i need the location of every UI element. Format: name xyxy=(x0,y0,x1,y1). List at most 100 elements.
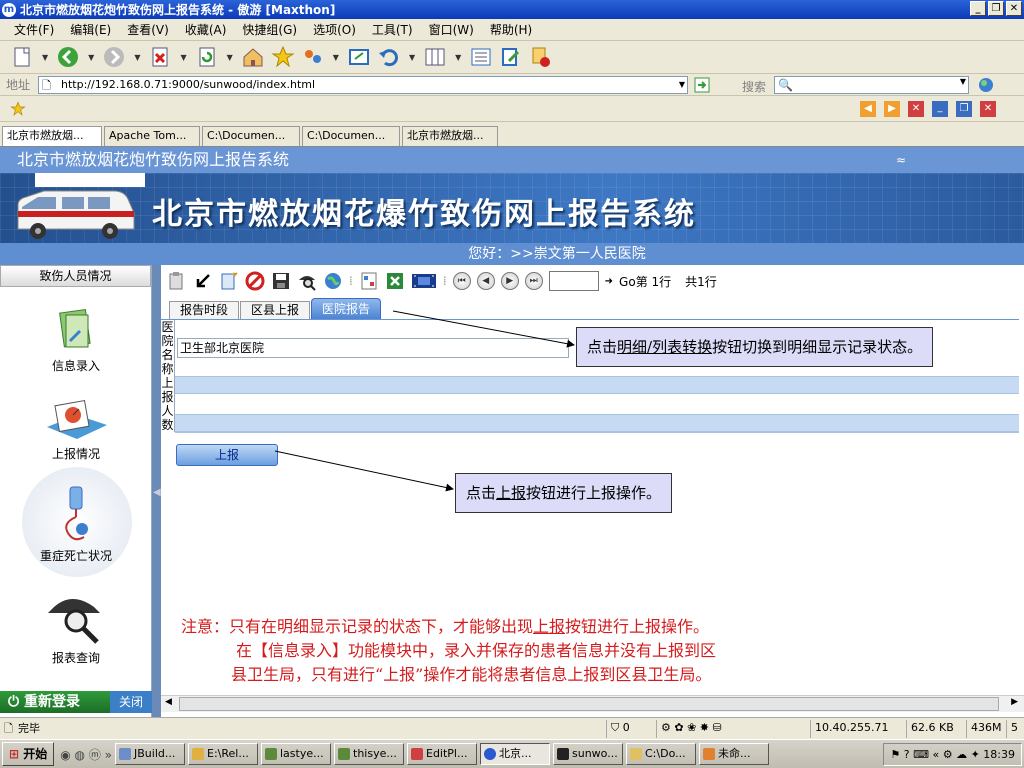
detective-magnifier-icon xyxy=(48,599,100,644)
taskbar-item[interactable]: sunwo... xyxy=(553,743,623,765)
browser-toolbar: ▼ ▼ ▼ ▼ ▼ ▼ ▼ ▼ xyxy=(0,41,1024,74)
window-titlebar: m 北京市燃放烟花炮竹致伤网上报告系统 - 傲游 [Maxthon] _ ❐ ✕ xyxy=(0,0,1024,19)
sidebar-heading: 致伤人员情况 xyxy=(0,265,151,287)
quick-launch-icons[interactable]: ◉ ◍ ⓜ » xyxy=(60,746,112,763)
sidebar-item-label: 上报情况 xyxy=(51,447,100,461)
search-icon: 🔍 xyxy=(778,78,793,92)
browser-tab[interactable]: 北京市燃放烟... xyxy=(402,126,498,146)
groups-icon[interactable] xyxy=(301,45,325,69)
tab-minimize-icon[interactable]: _ xyxy=(932,101,948,117)
taskbar-item[interactable]: JBuild... xyxy=(115,743,185,765)
content-panel: ⁞ ⁞ ⏮ ◀ ▶ ⏭ ➜ Go第 1行 共1行 报告时段 区县上报 医院报告 … xyxy=(161,265,1024,717)
minimize-button[interactable]: _ xyxy=(970,1,986,16)
search-dropdown-icon[interactable]: ▼ xyxy=(960,77,966,86)
search-input[interactable]: 🔍 ▼ xyxy=(774,76,969,94)
browser-tab[interactable]: Apache Tom... xyxy=(104,126,200,146)
sidebar-item-info-entry[interactable]: 信息录入 xyxy=(0,305,152,374)
iv-drip-icon xyxy=(65,486,88,541)
relogin-button[interactable]: ⏻ 重新登录 关闭 xyxy=(0,691,152,713)
menu-view[interactable]: 查看(V) xyxy=(127,21,169,38)
greeting: 您好：>>崇文第一人民医院 xyxy=(0,243,1024,265)
address-dropdown-icon[interactable]: ▼ xyxy=(679,77,685,93)
status-memory: 436M xyxy=(966,720,1006,738)
menu-help[interactable]: 帮助(H) xyxy=(490,21,532,38)
address-bar: 地址 🗋 http://192.168.0.71:9000/sunwood/in… xyxy=(0,74,1024,96)
back-icon[interactable] xyxy=(56,45,80,69)
menu-file[interactable]: 文件(F) xyxy=(14,21,54,38)
home-icon[interactable] xyxy=(241,45,265,69)
undo-icon[interactable] xyxy=(377,45,401,69)
status-counter: ⛉ 0 xyxy=(606,720,656,738)
taskbar-item-active[interactable]: 北京... xyxy=(480,743,550,765)
forward-icon[interactable] xyxy=(102,45,126,69)
go-icon[interactable] xyxy=(694,77,710,93)
sidebar-splitter[interactable]: ◀ xyxy=(152,265,161,717)
search-label: 搜索 xyxy=(742,80,767,94)
favorite-star-icon[interactable] xyxy=(10,101,26,117)
status-ip: 10.40.255.71 xyxy=(810,720,906,738)
scroll-left-icon[interactable]: ◀ xyxy=(165,697,172,707)
tray-icons[interactable]: ⚑ ? ⌨ « ⚙ ☁ ✦ xyxy=(890,748,983,761)
status-icons: ⚙ ✿ ❀ ✸ ⛁ xyxy=(656,720,806,738)
edit-icon[interactable] xyxy=(499,45,523,69)
page-icon: 🗋 xyxy=(42,79,51,92)
refresh-icon[interactable] xyxy=(195,45,219,69)
scroll-right-icon[interactable]: ▶ xyxy=(1011,697,1018,707)
menu-edit[interactable]: 编辑(E) xyxy=(70,21,111,38)
browser-tab[interactable]: C:\Documen... xyxy=(302,126,400,146)
menu-window[interactable]: 窗口(W) xyxy=(429,21,474,38)
sidebar-item-report-status[interactable]: 上报情况 xyxy=(0,397,152,462)
stop-icon[interactable] xyxy=(148,45,172,69)
tab-close-all-icon[interactable]: ✕ xyxy=(980,101,996,117)
taskbar-item[interactable]: 未命... xyxy=(699,743,769,765)
block-icon[interactable] xyxy=(529,45,553,69)
sidebar-item-label: 报表查询 xyxy=(51,651,100,665)
new-page-icon[interactable] xyxy=(10,45,34,69)
address-input[interactable]: 🗋 http://192.168.0.71:9000/sunwood/index… xyxy=(38,76,688,94)
taskbar-item[interactable]: EditPl... xyxy=(407,743,477,765)
tab-close-icon[interactable]: ✕ xyxy=(908,101,924,117)
window-icon[interactable] xyxy=(347,45,371,69)
scroll-thumb[interactable] xyxy=(179,697,999,711)
report-chart-icon xyxy=(47,400,107,439)
restore-button[interactable]: ❐ xyxy=(988,1,1004,16)
taskbar-item[interactable]: C:\Do... xyxy=(626,743,696,765)
collapse-icon[interactable]: ≈ xyxy=(896,147,906,173)
favorites-bar: ◀ ▶ ✕ _ ❐ ✕ xyxy=(0,96,1024,122)
status-page-icon: 🗋 xyxy=(4,722,13,735)
tab-prev-icon[interactable]: ◀ xyxy=(860,101,876,117)
search-engine-icon[interactable] xyxy=(978,77,994,93)
columns-icon[interactable] xyxy=(423,45,447,69)
menu-bar: 文件(F) 编辑(E) 查看(V) 收藏(A) 快捷组(G) 选项(O) 工具(… xyxy=(0,19,1024,41)
sidebar-item-report-query[interactable]: 报表查询 xyxy=(0,587,152,666)
taskbar-item[interactable]: E:\Rel... xyxy=(188,743,258,765)
taskbar-item[interactable]: thisye... xyxy=(334,743,404,765)
start-button[interactable]: ⊞ 开始 xyxy=(2,742,55,766)
browser-tab[interactable]: C:\Documen... xyxy=(202,126,300,146)
menu-favorites[interactable]: 收藏(A) xyxy=(185,21,227,38)
sidebar-item-critical-death[interactable]: 重症死亡状况 xyxy=(0,485,152,564)
browser-tab-bar: 北京市燃放烟... Apache Tom... C:\Documen... C:… xyxy=(0,122,1024,147)
tab-next-icon[interactable]: ▶ xyxy=(884,101,900,117)
close-window-button[interactable]: ✕ xyxy=(1006,1,1022,16)
close-button[interactable]: 关闭 xyxy=(110,691,152,713)
browser-tab[interactable]: 北京市燃放烟... xyxy=(2,126,102,146)
attention-note: 注意：只有在明细显示记录的状态下，才能够出现上报按钮进行上报操作。 在【信息录入… xyxy=(181,617,717,684)
system-tray: ⚑ ? ⌨ « ⚙ ☁ ✦ 18:39 xyxy=(883,743,1022,766)
system-header: 北京市燃放烟花炮竹致伤网上报告系统 ≈ xyxy=(0,147,1024,173)
menu-groups[interactable]: 快捷组(G) xyxy=(242,21,297,38)
taskbar-item[interactable]: lastye... xyxy=(261,743,331,765)
tab-restore-icon[interactable]: ❐ xyxy=(956,101,972,117)
horizontal-scrollbar[interactable]: ◀ ▶ xyxy=(161,695,1024,712)
window-title: 北京市燃放烟花炮竹致伤网上报告系统 - 傲游 [Maxthon] xyxy=(20,3,336,17)
collapse-sidebar-icon[interactable]: ◀ xyxy=(153,487,161,498)
favorites-star-icon[interactable] xyxy=(271,45,295,69)
menu-tools[interactable]: 工具(T) xyxy=(372,21,413,38)
power-icon: ⏻ xyxy=(8,694,24,710)
sidebar: 致伤人员情况 信息录入 上报情况 重症死亡状况 报表查询 ⏻ 重新登录 关闭 xyxy=(0,265,152,717)
menu-options[interactable]: 选项(O) xyxy=(313,21,356,38)
system-title: 北京市燃放烟花炮竹致伤网上报告系统 xyxy=(17,150,290,169)
banner-title: 北京市燃放烟花爆竹致伤网上报告系统 xyxy=(152,197,696,232)
sidebar-panel-icon[interactable] xyxy=(469,45,493,69)
status-number: 5 xyxy=(1006,720,1024,738)
